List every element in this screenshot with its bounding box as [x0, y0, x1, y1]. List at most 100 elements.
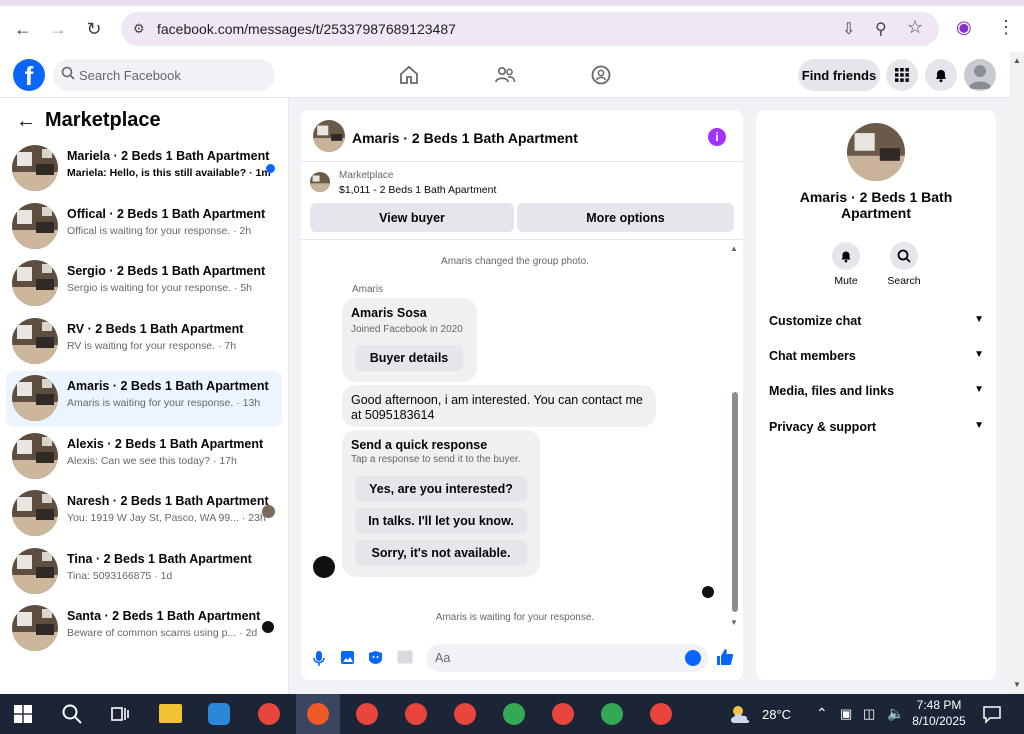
search-label: Search — [887, 275, 921, 287]
chrome-icon[interactable] — [552, 703, 574, 725]
site-info-icon[interactable]: ⚙ — [133, 21, 145, 37]
clock-date[interactable]: 8/10/2025 — [906, 714, 972, 728]
microphone-icon[interactable] — [312, 650, 326, 670]
quick-response-yes[interactable]: Yes, are you interested? — [355, 476, 527, 502]
forward-arrow-icon[interactable]: → — [43, 14, 73, 44]
account-avatar[interactable] — [964, 59, 996, 91]
notification-center-icon[interactable] — [982, 704, 1002, 729]
section-label: Media, files and links — [769, 384, 895, 398]
conversation-item[interactable]: Offical · 2 Beds 1 Bath Apartment Offical… — [6, 199, 282, 255]
buyer-avatar[interactable] — [313, 556, 335, 578]
system-message: Amaris changed the group photo. — [441, 256, 589, 267]
home-icon[interactable] — [398, 64, 420, 91]
scroll-up-icon[interactable]: ▲ — [1013, 56, 1021, 65]
conversation-item[interactable]: RV · 2 Beds 1 Bath Apartment RV is waitin… — [6, 314, 282, 370]
listing-thumbnail — [12, 145, 58, 191]
bookmark-star-icon[interactable]: ☆ — [907, 17, 923, 38]
conversation-item[interactable]: Sergio · 2 Beds 1 Bath Apartment Sergio i… — [6, 256, 282, 312]
gif-icon[interactable] — [397, 650, 413, 668]
taskbar-search-icon[interactable] — [60, 702, 84, 731]
conversation-item[interactable]: Naresh · 2 Beds 1 Bath Apartment You: 191… — [6, 486, 282, 542]
section-customize-chat[interactable]: Customize chat ▼ — [769, 314, 984, 334]
reload-icon[interactable]: ↻ — [79, 14, 109, 44]
buyer-details-button[interactable]: Buyer details — [355, 345, 463, 371]
photo-icon[interactable] — [340, 650, 355, 669]
chevron-down-icon: ▼ — [974, 384, 984, 395]
menu-grid-icon[interactable] — [886, 59, 918, 91]
clock-time[interactable]: 7:48 PM — [916, 698, 962, 712]
message-input[interactable]: Aa — [426, 644, 708, 672]
conversation-item[interactable]: Tina · 2 Beds 1 Bath Apartment Tina: 5093… — [6, 544, 282, 600]
thumbs-up-icon[interactable] — [716, 648, 734, 670]
weather-icon[interactable] — [728, 703, 754, 730]
chrome-icon[interactable] — [356, 703, 378, 725]
conversation-item[interactable]: Alexis · 2 Beds 1 Bath Apartment Alexis: … — [6, 429, 282, 485]
device-icon[interactable]: ▣ — [840, 706, 852, 722]
zoom-icon[interactable]: ⚲ — [875, 19, 887, 39]
chrome-icon[interactable] — [405, 703, 427, 725]
details-title: Amaris · 2 Beds 1 Bath Apartment — [799, 189, 953, 221]
chrome-icon[interactable] — [601, 703, 623, 725]
conversation-name: Naresh · 2 Beds 1 Bath Apartment — [67, 494, 269, 508]
network-icon[interactable]: ◫ — [863, 706, 875, 722]
back-arrow-icon[interactable]: ← — [8, 14, 38, 44]
conversation-item[interactable]: Santa · 2 Beds 1 Bath Apartment Beware of… — [6, 601, 282, 657]
find-friends-button[interactable]: Find friends — [798, 59, 880, 91]
chevron-up-icon[interactable]: ⌃ — [816, 705, 828, 722]
quick-response-in-talks[interactable]: In talks. I'll let you know. — [355, 508, 527, 534]
section-chat-members[interactable]: Chat members ▼ — [769, 349, 984, 369]
section-media-files[interactable]: Media, files and links ▼ — [769, 384, 984, 404]
facebook-logo-icon[interactable]: f — [13, 59, 45, 91]
conversation-name: Tina · 2 Beds 1 Bath Apartment — [67, 551, 252, 566]
app-icon[interactable] — [307, 703, 329, 725]
listing-avatar[interactable] — [313, 120, 345, 152]
copilot-icon[interactable] — [208, 703, 230, 725]
conversation-snippet: RV is waiting for your response. · 7h — [67, 339, 237, 352]
info-icon[interactable]: i — [708, 128, 726, 146]
back-arrow-icon[interactable]: ← — [16, 110, 36, 133]
chat-scrollbar[interactable]: ▲ ▼ — [730, 242, 740, 628]
notifications-bell-icon[interactable] — [925, 59, 957, 91]
more-options-button[interactable]: More options — [517, 203, 734, 232]
sticker-icon[interactable] — [368, 650, 383, 669]
chrome-icon[interactable] — [454, 703, 476, 725]
section-privacy-support[interactable]: Privacy & support ▼ — [769, 420, 984, 440]
facebook-search[interactable]: Search Facebook — [53, 59, 275, 91]
scroll-down-icon[interactable]: ▼ — [1013, 680, 1021, 689]
conversation-item[interactable]: Amaris · 2 Beds 1 Bath Apartment Amaris i… — [6, 371, 282, 427]
view-buyer-button[interactable]: View buyer — [310, 203, 514, 232]
listing-avatar-large[interactable] — [847, 123, 905, 181]
buyer-joined: Joined Facebook in 2020 — [351, 324, 463, 335]
listing-thumbnail — [12, 432, 58, 479]
chrome-icon[interactable] — [650, 703, 672, 725]
chat-header: Amaris · 2 Beds 1 Bath Apartment i — [301, 110, 743, 162]
search-action[interactable]: Search — [884, 242, 924, 287]
chrome-icon[interactable] — [503, 703, 525, 725]
scroll-up-icon[interactable]: ▲ — [730, 244, 738, 253]
install-icon[interactable]: ⇩ — [842, 19, 855, 39]
friends-icon[interactable] — [494, 64, 516, 91]
section-label: Customize chat — [769, 314, 862, 328]
browser-menu-icon[interactable]: ⋮ — [997, 17, 1015, 38]
listing-thumbnail — [12, 202, 58, 249]
volume-icon[interactable]: 🔈 — [887, 705, 904, 722]
scroll-down-icon[interactable]: ▼ — [730, 618, 738, 627]
quick-response-sorry[interactable]: Sorry, it's not available. — [355, 540, 527, 566]
groups-icon[interactable] — [590, 64, 612, 91]
mute-action[interactable]: Mute — [826, 242, 866, 287]
file-explorer-icon[interactable] — [159, 704, 182, 723]
task-view-icon[interactable] — [110, 704, 130, 729]
page-scrollbar[interactable]: ▲ ▼ — [1010, 52, 1024, 694]
listing-row[interactable]: Marketplace $1,011 - 2 Beds 1 Bath Apart… — [301, 162, 743, 202]
browser-chrome: ← → ↻ ⚙ facebook.com/messages/t/25337987… — [0, 0, 1024, 58]
emoji-icon[interactable] — [685, 650, 701, 666]
chrome-icon[interactable] — [258, 703, 280, 725]
windows-start-icon[interactable] — [14, 705, 32, 728]
search-placeholder: Search Facebook — [79, 67, 181, 83]
profile-icon[interactable]: ◉ — [956, 17, 972, 38]
chevron-down-icon: ▼ — [974, 349, 984, 360]
conversation-item[interactable]: Mariela · 2 Beds 1 Bath Apartment Mariela… — [6, 141, 282, 197]
scroll-thumb[interactable] — [732, 392, 738, 612]
address-bar[interactable]: ⚙ facebook.com/messages/t/25337987689123… — [121, 12, 939, 46]
listing-thumbnail — [12, 260, 58, 306]
